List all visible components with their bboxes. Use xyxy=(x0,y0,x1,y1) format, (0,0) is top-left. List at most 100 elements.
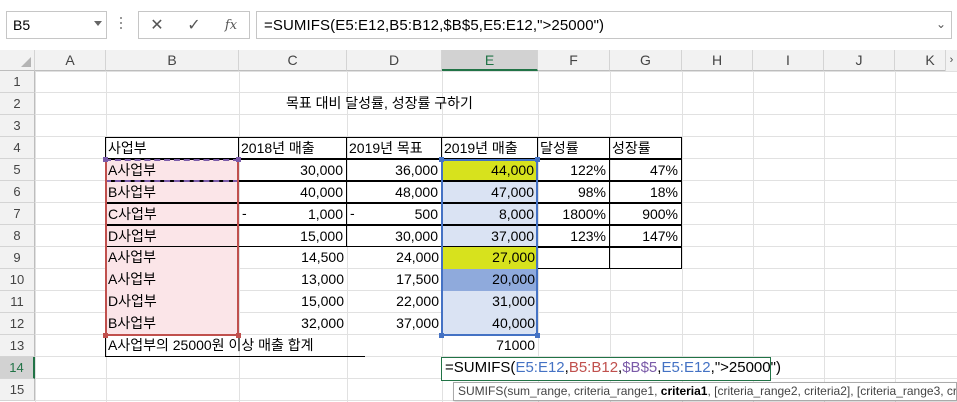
column-header-c[interactable]: C xyxy=(239,50,347,71)
row-header-9[interactable]: 9 xyxy=(0,247,35,269)
cell-growth[interactable]: 147% xyxy=(609,225,682,247)
summary-value[interactable]: 71000 xyxy=(441,335,538,357)
header-sales-2018[interactable]: 2018년 매출 xyxy=(238,137,347,159)
range-handle[interactable] xyxy=(236,157,241,162)
expand-formula-bar-icon[interactable]: ⌄ xyxy=(936,18,946,30)
cell-growth[interactable]: 47% xyxy=(609,159,682,181)
cell-achievement[interactable]: 122% xyxy=(537,159,610,181)
cell-sales-2018[interactable]: 32,000 xyxy=(238,313,347,335)
cell-achievement[interactable]: 98% xyxy=(537,181,610,203)
cell-sales-2018[interactable]: 15,000 xyxy=(238,291,347,313)
enter-check-icon[interactable]: ✓ xyxy=(184,16,204,36)
header-sales-2019[interactable]: 2019년 매출 xyxy=(441,137,538,159)
ref-criteria-range-2: E5:E12 xyxy=(661,359,711,376)
row-header-14[interactable]: 14 xyxy=(0,357,35,379)
row-header-7[interactable]: 7 xyxy=(0,203,35,225)
sum-range-highlight xyxy=(441,159,538,336)
column-header-overflow: › xyxy=(945,50,957,71)
drag-handle-icon[interactable] xyxy=(120,17,123,33)
cell-sales-2018[interactable]: 1,000 xyxy=(238,203,347,225)
select-all-button[interactable] xyxy=(0,50,35,71)
tooltip-current-arg: criteria1 xyxy=(660,384,708,398)
ref-criteria: $B$5 xyxy=(622,359,658,376)
header-target-2019[interactable]: 2019년 목표 xyxy=(346,137,442,159)
summary-label[interactable]: A사업부의 25000원 이상 매출 합계 xyxy=(105,335,365,357)
row-header-12[interactable]: 12 xyxy=(0,313,35,335)
insert-function-icon[interactable]: fx xyxy=(221,16,241,36)
row-header-10[interactable]: 10 xyxy=(0,269,35,291)
criteria-range-highlight xyxy=(105,159,239,336)
range-handle[interactable] xyxy=(103,333,108,338)
row-header-3[interactable]: 3 xyxy=(0,115,35,137)
cell-sales-2018[interactable]: 15,000 xyxy=(238,225,347,247)
cell-accounting-dash[interactable]: - xyxy=(348,203,360,225)
sheet-title: 목표 대비 달성률, 성장률 구하기 xyxy=(286,95,473,111)
range-handle[interactable] xyxy=(535,157,540,162)
cell-growth[interactable]: 900% xyxy=(609,203,682,225)
column-header-j[interactable]: J xyxy=(824,50,895,71)
ref-criteria-range: B5:B12 xyxy=(568,359,619,376)
name-box[interactable]: B5 xyxy=(6,11,107,39)
range-handle[interactable] xyxy=(535,333,540,338)
range-handle[interactable] xyxy=(103,157,108,162)
cell-target-2019[interactable]: 17,500 xyxy=(346,269,442,291)
tooltip-function: SUMIFS( xyxy=(458,384,508,398)
range-handle[interactable] xyxy=(439,333,444,338)
column-header-a[interactable]: A xyxy=(35,50,106,71)
cell-achievement[interactable] xyxy=(537,247,610,269)
row-header-11[interactable]: 11 xyxy=(0,291,35,313)
grid-line xyxy=(824,71,825,402)
formula-text: =SUMIFS(E5:E12,B5:B12,$B$5,E5:E12,">2500… xyxy=(264,17,605,34)
column-header-f[interactable]: F xyxy=(538,50,610,71)
cell-sales-2018[interactable]: 40,000 xyxy=(238,181,347,203)
grid-line xyxy=(35,92,957,93)
cell-growth[interactable]: 18% xyxy=(609,181,682,203)
column-header-b[interactable]: B xyxy=(106,50,239,71)
cell-target-2019[interactable]: 37,000 xyxy=(346,313,442,335)
cell-sales-2018[interactable]: 13,000 xyxy=(238,269,347,291)
cell-editor[interactable]: =SUMIFS(E5:E12,B5:B12,$B$5,E5:E12,">2500… xyxy=(441,357,781,381)
cell-sales-2018[interactable]: 30,000 xyxy=(238,159,347,181)
sheet-grid[interactable]: 목표 대비 달성률, 성장률 구하기 사업부 2018년 매출 2019년 목표… xyxy=(35,71,957,402)
cell-target-2019[interactable]: 30,000 xyxy=(346,225,442,247)
column-header-d[interactable]: D xyxy=(347,50,442,71)
cell-achievement[interactable]: 123% xyxy=(537,225,610,247)
cell-target-2019[interactable]: 24,000 xyxy=(346,247,442,269)
range-handle[interactable] xyxy=(236,333,241,338)
row-header-13[interactable]: 13 xyxy=(0,335,35,357)
row-header-4[interactable]: 4 xyxy=(0,137,35,159)
cell-accounting-dash[interactable]: - xyxy=(240,203,252,225)
row-header-6[interactable]: 6 xyxy=(0,181,35,203)
column-header-h[interactable]: H xyxy=(682,50,753,71)
tooltip-args-before: sum_range, criteria_range1, xyxy=(507,384,661,398)
grid-line xyxy=(682,71,683,402)
cell-achievement[interactable]: 1800% xyxy=(537,203,610,225)
chevron-down-icon[interactable] xyxy=(94,21,102,26)
row-header-5[interactable]: 5 xyxy=(0,159,35,181)
column-header-e[interactable]: E xyxy=(442,50,538,71)
cell-target-2019[interactable]: 36,000 xyxy=(346,159,442,181)
cell-target-2019[interactable]: 500 xyxy=(346,203,442,225)
cancel-icon[interactable]: ✕ xyxy=(147,16,167,36)
range-handle[interactable] xyxy=(439,157,444,162)
tooltip-args-after: , [criteria_range2, criteria2], [criteri… xyxy=(707,384,957,398)
ref-sum-range: E5:E12 xyxy=(515,359,565,376)
row-header-1[interactable]: 1 xyxy=(0,71,35,93)
function-argument-tooltip[interactable]: SUMIFS(sum_range, criteria_range1, crite… xyxy=(453,382,957,401)
cell-sales-2018[interactable]: 14,500 xyxy=(238,247,347,269)
header-achievement[interactable]: 달성률 xyxy=(537,137,610,159)
column-header-g[interactable]: G xyxy=(610,50,682,71)
grid-line xyxy=(895,71,896,402)
cell-target-2019[interactable]: 48,000 xyxy=(346,181,442,203)
row-header-2[interactable]: 2 xyxy=(0,93,35,115)
cell-target-2019[interactable]: 22,000 xyxy=(346,291,442,313)
row-header-8[interactable]: 8 xyxy=(0,225,35,247)
formula-input[interactable]: =SUMIFS(E5:E12,B5:B12,$B$5,E5:E12,">2500… xyxy=(256,11,952,39)
row-header-15[interactable]: 15 xyxy=(0,379,35,401)
header-growth[interactable]: 성장률 xyxy=(609,137,682,159)
header-division[interactable]: 사업부 xyxy=(105,137,239,159)
column-header-i[interactable]: I xyxy=(753,50,824,71)
cell-growth[interactable] xyxy=(609,247,682,269)
formula-prefix: =SUMIFS( xyxy=(445,359,516,376)
name-box-value: B5 xyxy=(13,17,31,33)
